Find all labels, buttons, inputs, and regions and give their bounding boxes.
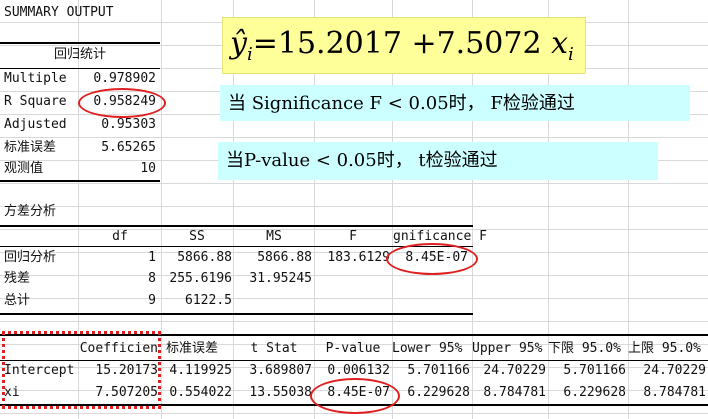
regression-equation: ŷi=15.2017 +7.5072 xi: [230, 24, 574, 75]
coef-header: 上限 95.0%: [628, 341, 701, 356]
anova-title: 方差分析: [4, 204, 57, 219]
p-value-highlight-ellipse: [310, 378, 400, 414]
stat-value: 0.978902: [93, 71, 156, 86]
coefficients-dotted-highlight: [2, 331, 161, 409]
coef-header: P-value: [325, 341, 381, 356]
coef-cell: 4.119925: [169, 363, 232, 378]
coef-cell: 6.229628: [407, 385, 470, 400]
anova-cell: 183.6129: [327, 250, 390, 265]
coef-cell: 6.229628: [563, 385, 626, 400]
stat-value: 10: [140, 161, 156, 176]
anova-row-label: 总计: [4, 293, 31, 308]
table-rule: [0, 180, 160, 182]
coef-cell: 24.70229: [643, 363, 706, 378]
anova-cell: 8: [148, 271, 156, 286]
significance-f-highlight-ellipse: [386, 243, 478, 275]
anova-header-f: F: [349, 229, 357, 244]
coef-header: 下限 95.0%: [548, 341, 621, 356]
equation-var-sub: i: [568, 44, 574, 65]
equation-var: x: [551, 26, 569, 61]
coef-cell: 8.784781: [643, 385, 706, 400]
coef-header: Upper 95%: [472, 341, 543, 356]
anova-row-label: 残差: [4, 271, 31, 286]
anova-cell: 255.6196: [169, 271, 232, 286]
anova-header-ms: MS: [266, 229, 282, 244]
coef-header: 标准误差: [166, 341, 219, 356]
table-rule: [0, 225, 473, 227]
stat-value: 5.65265: [101, 140, 156, 155]
anova-cell: 31.95245: [249, 271, 312, 286]
anova-cell: 5866.88: [257, 250, 312, 265]
coef-cell: 0.554022: [169, 385, 232, 400]
coef-cell: 24.70229: [483, 363, 546, 378]
anova-cell: 6122.5: [185, 293, 232, 308]
coef-header: Lower 95%: [392, 341, 463, 356]
t-test-note: 当P-value < 0.05时， t检验通过: [226, 150, 498, 171]
grid-column-line: [161, 0, 162, 419]
equation-body: =15.2017 +7.5072: [252, 26, 552, 61]
summary-title: SUMMARY OUTPUT: [4, 5, 114, 20]
equation-lhs: ŷ: [230, 26, 247, 61]
coef-cell: 8.784781: [483, 385, 546, 400]
f-test-note: 当 Significance F < 0.05时， F检验通过: [228, 93, 575, 114]
stat-label: Adjusted: [4, 117, 67, 132]
table-rule: [0, 42, 160, 44]
stat-label: 观测值: [4, 161, 44, 176]
anova-header-ss: SS: [189, 229, 205, 244]
table-rule: [0, 68, 160, 69]
regression-stats-header: 回归统计: [53, 47, 106, 62]
r-square-highlight-ellipse: [78, 88, 166, 118]
stat-label: Multiple: [4, 71, 67, 86]
coef-cell: 5.701166: [407, 363, 470, 378]
stat-value: 0.95303: [101, 117, 156, 132]
stat-label: 标准误差: [4, 140, 57, 155]
coef-cell: 13.55038: [249, 385, 312, 400]
anova-cell: 9: [148, 293, 156, 308]
anova-cell: 1: [148, 250, 156, 265]
coef-header: t Stat: [250, 341, 298, 356]
coef-cell: 5.701166: [563, 363, 626, 378]
anova-row-label: 回归分析: [4, 250, 57, 265]
stat-label: R Square: [4, 94, 67, 109]
table-rule: [0, 313, 473, 315]
coef-cell: 3.689807: [249, 363, 312, 378]
anova-header-df: df: [112, 229, 128, 244]
anova-cell: 5866.88: [177, 250, 232, 265]
